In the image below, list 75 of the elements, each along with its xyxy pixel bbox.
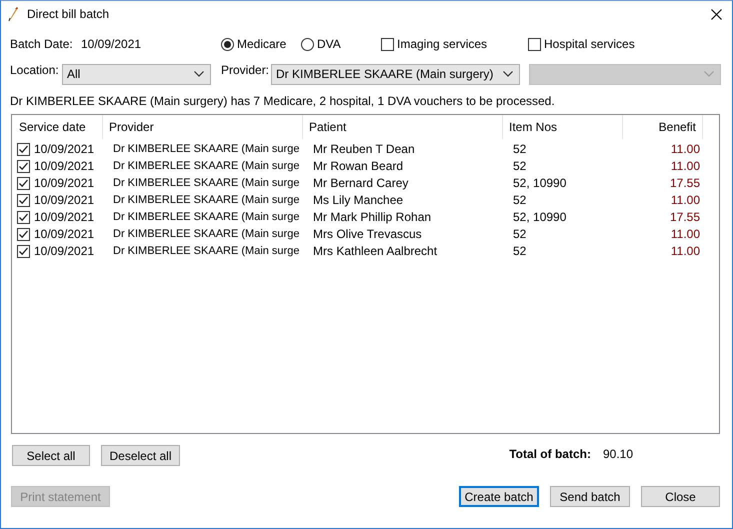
table-cell: 10/09/2021 (34, 192, 94, 209)
table-cell-text: 52 (512, 226, 528, 243)
table-cell-text: 11.00 (670, 158, 701, 175)
table-cell-text: Ms Lily Manchee (312, 192, 404, 209)
checkbox[interactable] (17, 143, 30, 156)
table-cell: 10/09/2021 (34, 158, 94, 175)
table-cell-text: Dr KIMBERLEE SKAARE (Main surge (112, 193, 300, 208)
table-cell-text: 11.00 (670, 243, 701, 260)
table-cell-text: 52 (512, 192, 528, 209)
table-cell: 10/09/2021 (34, 226, 94, 243)
window-title: Direct bill batch (27, 7, 110, 21)
batch-date-label: Batch Date: (10, 37, 74, 51)
column-header[interactable]: Benefit (623, 115, 703, 139)
status-message: Dr KIMBERLEE SKAARE (Main surgery) has 7 Medicare, 2 hospital, 1 DVA vouchers to be processed. (10, 94, 556, 108)
checkbox[interactable] (528, 38, 541, 50)
checkbox[interactable] (17, 211, 30, 224)
checkbox-label[interactable]: Imaging services (397, 37, 488, 51)
chevron-icon (503, 71, 513, 77)
table-cell-text: Dr KIMBERLEE SKAARE (Main surge (112, 244, 300, 259)
dropdown[interactable]: Dr KIMBERLEE SKAARE (Main surgery) (271, 64, 520, 84)
table-cell-text: Mr Bernard Carey (312, 175, 410, 192)
create-batch-button[interactable]: Create batch (459, 486, 539, 507)
checkbox[interactable] (17, 228, 30, 241)
location-label: Location: (10, 63, 60, 77)
table-cell: 10/09/2021 (34, 175, 94, 192)
table-cell: 10/09/2021 (34, 209, 94, 226)
table-cell-text: Dr KIMBERLEE SKAARE (Main surge (112, 159, 300, 174)
checkbox[interactable] (17, 160, 30, 173)
table-cell-text: 52 (512, 243, 528, 260)
column-header[interactable]: Service date (13, 115, 103, 139)
total-value: 90.10 (602, 447, 633, 461)
table-cell-text: Mr Rowan Beard (312, 158, 404, 175)
table-cell-text: Dr KIMBERLEE SKAARE (Main surge (112, 142, 300, 157)
table-cell-text: 52, 10990 (512, 175, 568, 192)
radio-button[interactable] (221, 38, 234, 50)
deselect-all-button[interactable]: Deselect all (101, 445, 180, 466)
column-header[interactable]: Provider (103, 115, 303, 139)
table-cell-text: Mrs Kathleen Aalbrecht (312, 243, 438, 260)
table-cell-text: Mr Mark Phillip Rohan (312, 209, 432, 226)
table-cell-text: 52, 10990 (512, 209, 568, 226)
table-cell-text: 52 (512, 141, 528, 158)
table-cell: 10/09/2021 (34, 243, 94, 260)
send-batch-button[interactable]: Send batch (550, 486, 630, 507)
checkbox[interactable] (17, 245, 30, 258)
close-icon[interactable] (711, 8, 722, 20)
provider-label: Provider: (221, 63, 270, 77)
batch-date-value: 10/09/2021 (81, 37, 142, 51)
table-cell-text: Dr KIMBERLEE SKAARE (Main surge (112, 210, 300, 225)
table-cell-text: Dr KIMBERLEE SKAARE (Main surge (112, 176, 300, 191)
table-cell-text: 17.55 (668, 209, 701, 226)
select-all-button[interactable]: Select all (12, 445, 90, 466)
chevron-icon (704, 71, 714, 77)
radio-label[interactable]: DVA (317, 37, 341, 51)
table-cell-text: 11.00 (670, 141, 701, 158)
checkbox[interactable] (17, 177, 30, 190)
table-cell-text: 52 (512, 158, 528, 175)
close-button[interactable]: Close (641, 486, 720, 507)
table-cell: 10/09/2021 (34, 141, 94, 158)
table-cell-text: Mrs Olive Trevascus (312, 226, 423, 243)
table-cell-text: 17.55 (668, 175, 701, 192)
column-header[interactable]: Item Nos (503, 115, 623, 139)
column-header[interactable]: Patient (303, 115, 503, 139)
table-cell-text: 11.00 (670, 192, 701, 209)
checkbox[interactable] (381, 38, 394, 50)
table-cell-text: Mr Reuben T Dean (312, 141, 416, 158)
dropdown[interactable]: All (62, 64, 211, 84)
table-cell-text: 11.00 (670, 226, 701, 243)
checkbox-label[interactable]: Hospital services (544, 37, 635, 51)
checkbox[interactable] (17, 194, 30, 207)
table-cell-text: Dr KIMBERLEE SKAARE (Main surge (112, 227, 300, 242)
total-label: Total of batch: (509, 447, 591, 461)
radio-button[interactable] (301, 38, 314, 50)
radio-label[interactable]: Medicare (237, 37, 286, 51)
chevron-icon (194, 71, 204, 77)
quill-icon (7, 6, 19, 22)
